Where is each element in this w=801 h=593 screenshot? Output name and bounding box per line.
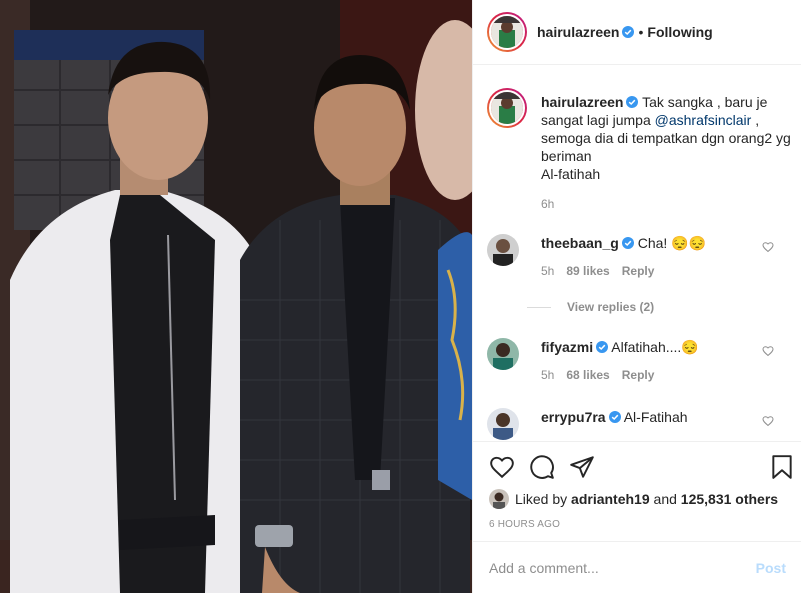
post-image [0, 0, 472, 593]
liked-by: Liked by adrianteh19 and 125,831 others [489, 489, 778, 509]
following-button[interactable]: Following [647, 24, 712, 40]
liker-avatar[interactable] [489, 489, 509, 509]
caption-mention-link[interactable]: @ashrafsinclair [655, 112, 752, 128]
bookmark-icon[interactable] [769, 454, 795, 480]
verified-icon [608, 411, 621, 423]
commenter-avatar[interactable] [487, 234, 519, 266]
liked-by-middle: and [653, 491, 677, 507]
view-replies-label: View replies (2) [567, 300, 655, 314]
comment-body: fifyazmi Alfatihah....😔 [541, 338, 761, 356]
liked-by-user[interactable]: adrianteh19 [571, 491, 650, 507]
post-side-panel: hairulazreen • Following hairulazreen Ta… [472, 0, 801, 593]
comments-list[interactable]: hairulazreen Tak sangka , baru je sangat… [473, 66, 801, 440]
caption-text: hairulazreen Tak sangka , baru je sangat… [541, 93, 791, 213]
comment-text: Al-Fatihah [623, 409, 688, 425]
post-timestamp[interactable]: 6 HOURS AGO [489, 519, 560, 530]
separator-dot: • [638, 24, 644, 40]
comment-input[interactable] [489, 559, 756, 576]
caption-avatar-image [491, 92, 523, 124]
commenter-avatar[interactable] [487, 338, 519, 370]
author-avatar-image [491, 16, 523, 48]
comment-heart-icon[interactable] [762, 345, 774, 357]
verified-icon [622, 26, 635, 38]
view-replies-line [527, 306, 551, 308]
liker-avatar-image [489, 489, 509, 509]
commenter-avatar-image [487, 234, 519, 266]
comment-likes[interactable]: 89 likes [566, 264, 609, 278]
comment-heart-icon[interactable] [762, 241, 774, 253]
author-username[interactable]: hairulazreen [537, 24, 619, 40]
author-avatar[interactable] [487, 12, 527, 52]
commenter-username[interactable]: theebaan_g [541, 235, 619, 251]
post-header: hairulazreen • Following [473, 0, 801, 65]
share-icon[interactable] [569, 454, 595, 480]
comment-text: Alfatihah....😔 [611, 339, 699, 355]
liked-by-prefix: Liked by [515, 491, 568, 507]
comment-meta: 5h 68 likes Reply [541, 368, 654, 382]
commenter-username[interactable]: errypu7ra [541, 409, 606, 425]
comment-body: errypu7ra Al-Fatihah [541, 408, 761, 426]
verified-icon [596, 341, 609, 353]
caption-time[interactable]: 6h [541, 195, 791, 213]
post-comment-button[interactable]: Post [756, 560, 786, 576]
post-photo[interactable] [0, 0, 472, 593]
comment-heart-icon[interactable] [762, 415, 774, 427]
caption-avatar[interactable] [487, 88, 527, 128]
add-comment-bar: Post [473, 541, 801, 593]
commenter-username[interactable]: fifyazmi [541, 339, 593, 355]
caption-line2: Al-fatihah [541, 166, 601, 182]
comment-time[interactable]: 5h [541, 264, 554, 278]
reply-button[interactable]: Reply [622, 264, 655, 278]
heart-icon[interactable] [489, 454, 515, 480]
comment-body: theebaan_g Cha! 😔😔 [541, 234, 761, 252]
commenter-avatar-image [487, 338, 519, 370]
post-actions: Liked by adrianteh19 and 125,831 others … [473, 441, 801, 541]
commenter-avatar-image [487, 408, 519, 440]
comment-icon[interactable] [529, 454, 555, 480]
comment-time[interactable]: 5h [541, 368, 554, 382]
liked-by-count[interactable]: 125,831 others [681, 491, 778, 507]
caption-username[interactable]: hairulazreen [541, 94, 623, 110]
comment-likes[interactable]: 68 likes [566, 368, 609, 382]
comment-text: Cha! 😔😔 [637, 235, 707, 251]
verified-icon [621, 237, 634, 249]
verified-icon [626, 96, 639, 108]
reply-button[interactable]: Reply [622, 368, 655, 382]
view-replies-button[interactable]: View replies (2) [527, 300, 654, 314]
comment-meta: 5h 89 likes Reply [541, 264, 654, 278]
commenter-avatar[interactable] [487, 408, 519, 440]
